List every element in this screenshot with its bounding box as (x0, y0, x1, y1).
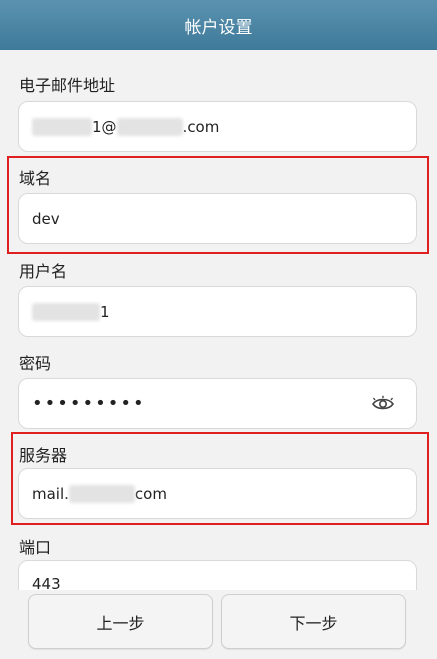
server-value-prefix: mail. (32, 484, 69, 503)
username-value-suffix: 1 (100, 302, 110, 321)
previous-step-button[interactable]: 上一步 (28, 594, 213, 649)
email-label: 电子邮件地址 (19, 76, 116, 95)
next-step-button[interactable]: 下一步 (221, 594, 406, 649)
title-bar: 帐户设置 (0, 0, 437, 50)
page-title: 帐户设置 (184, 17, 253, 38)
account-settings-screen: 帐户设置 电子邮件地址 1@ .com 域名 dev 用户名 1 密码 ••••… (0, 0, 437, 659)
port-label: 端口 (19, 538, 52, 557)
password-value: ••••••••• (32, 393, 146, 414)
previous-step-label: 上一步 (96, 613, 145, 633)
port-field[interactable]: 443 (18, 560, 417, 590)
redacted-text (68, 484, 135, 503)
domain-field[interactable]: dev (18, 193, 417, 244)
next-step-label: 下一步 (289, 613, 338, 633)
server-field[interactable]: mail. com (18, 468, 417, 519)
eye-icon[interactable] (372, 395, 394, 413)
password-label: 密码 (19, 354, 52, 373)
password-field[interactable]: ••••••••• (18, 378, 417, 429)
email-value-suffix: .com (182, 117, 220, 136)
port-value: 443 (32, 575, 61, 590)
redacted-text (116, 117, 183, 136)
username-field[interactable]: 1 (18, 286, 417, 337)
redacted-text (32, 117, 92, 136)
domain-value: dev (32, 209, 60, 228)
email-field[interactable]: 1@ .com (18, 101, 417, 152)
email-value-prefix: 1@ (92, 117, 117, 136)
server-value-suffix: com (134, 484, 167, 503)
server-label: 服务器 (19, 446, 68, 465)
username-label: 用户名 (19, 262, 68, 281)
button-bar: 上一步 下一步 (0, 590, 437, 659)
redacted-text (32, 302, 100, 321)
settings-form: 电子邮件地址 1@ .com 域名 dev 用户名 1 密码 ••••••••• (0, 50, 437, 590)
domain-label: 域名 (19, 169, 52, 188)
